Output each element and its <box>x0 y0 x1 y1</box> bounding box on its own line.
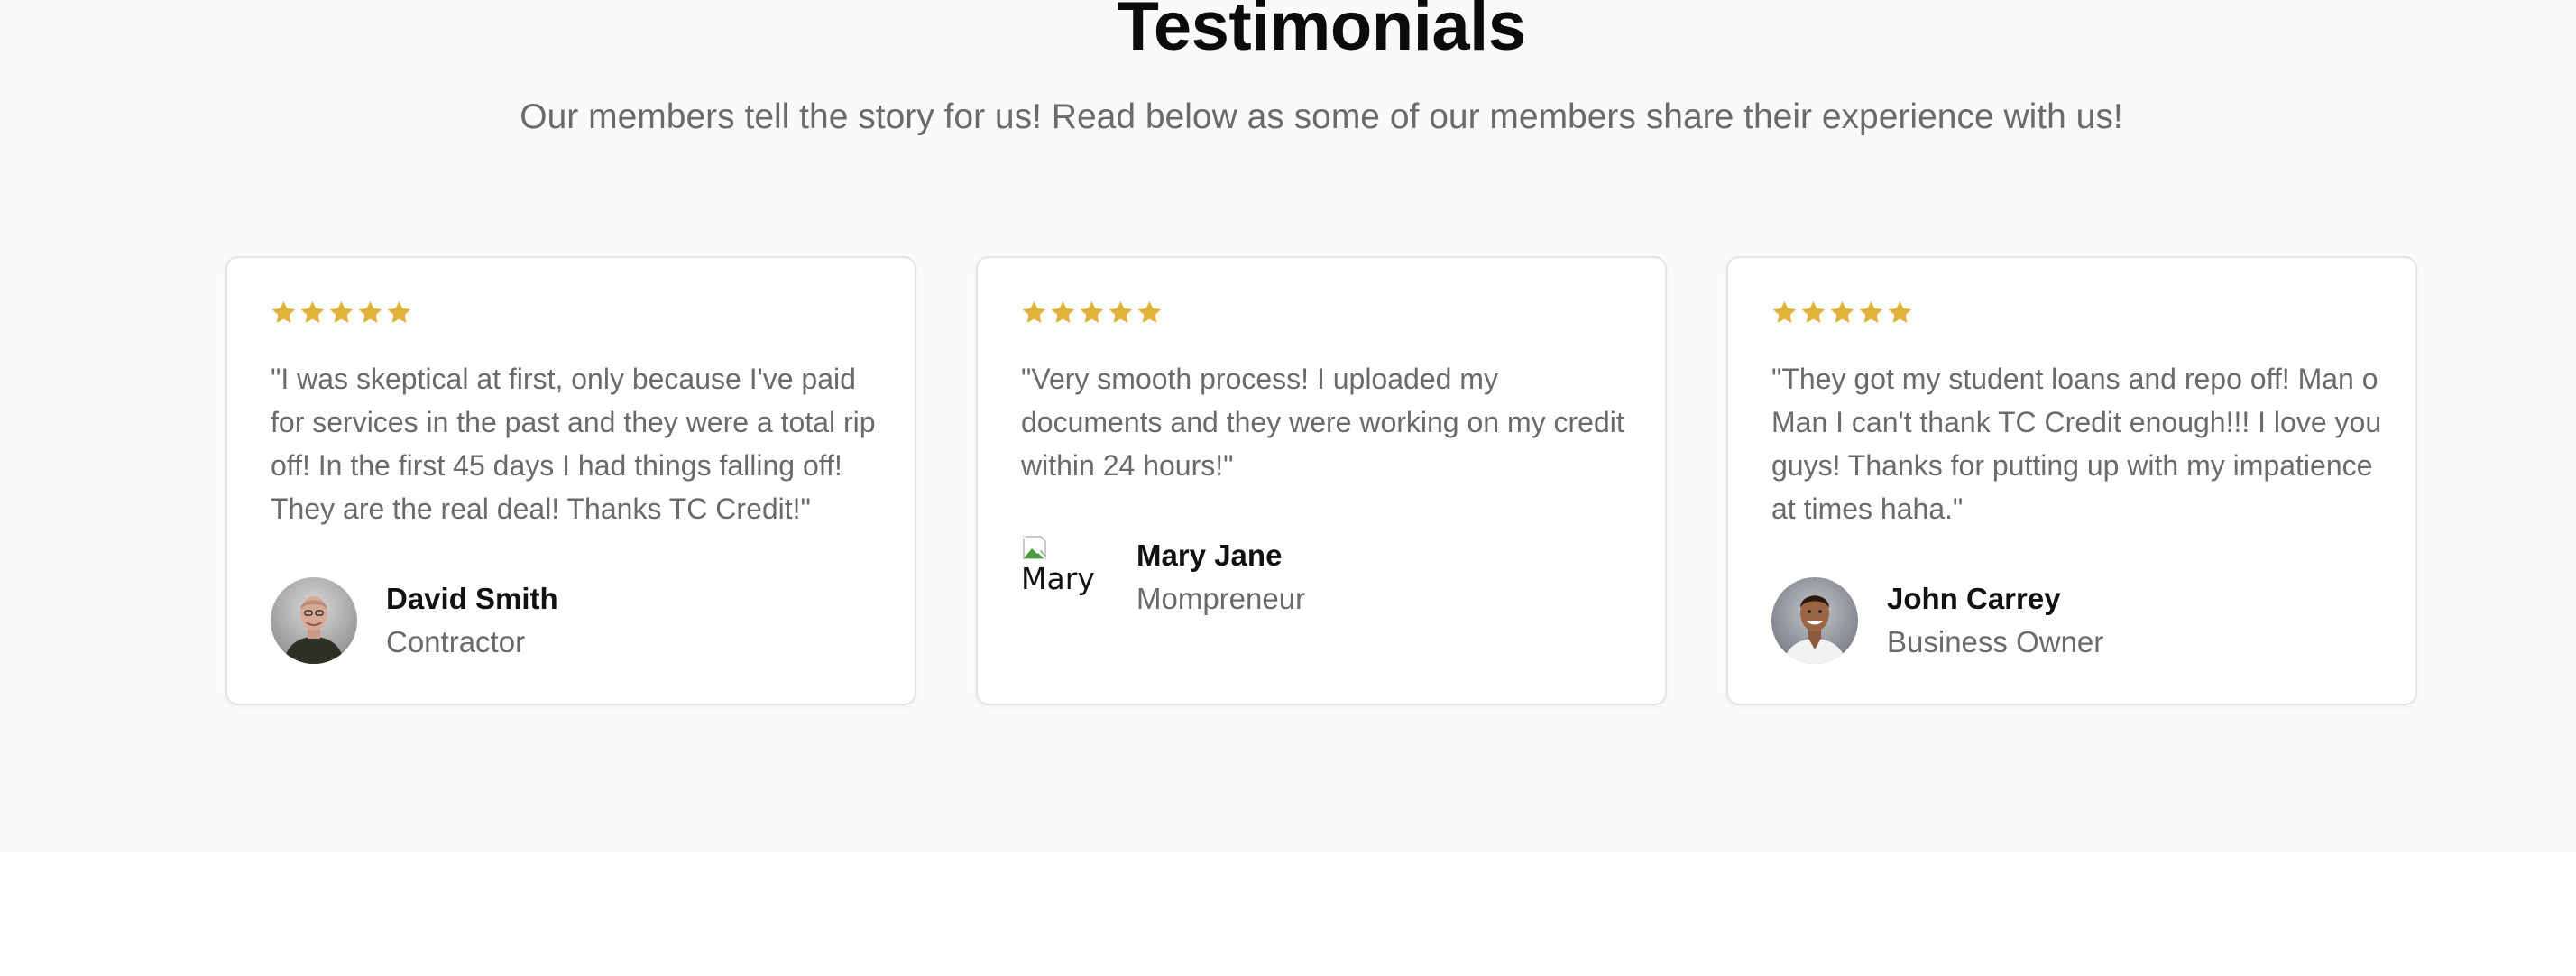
testimonial-quote: "Very smooth process! I uploaded my docu… <box>1021 363 1624 482</box>
star-icon <box>387 300 411 323</box>
testimonial-card: "Very smooth process! I uploaded my docu… <box>976 256 1667 705</box>
testimonial-quote: "I was skeptical at first, only because … <box>271 363 876 525</box>
testimonial-author: Mary Mary Jane Mompreneur <box>1021 532 1305 622</box>
star-icon <box>1137 300 1162 323</box>
testimonial-quote: "They got my student loans and repo off!… <box>1771 363 2382 525</box>
avatar: Mary <box>1021 534 1108 621</box>
star-icon <box>329 300 354 323</box>
star-icon <box>1801 300 1826 323</box>
star-icon <box>1022 300 1046 323</box>
avatar-alt-text: Mary <box>1021 561 1095 596</box>
star-icon <box>300 300 325 323</box>
section-title: Testimonials <box>1117 0 1526 65</box>
avatar <box>1771 577 1858 664</box>
author-name: Mary Jane <box>1136 539 1283 572</box>
star-icon <box>1051 300 1075 323</box>
star-icon <box>271 300 296 323</box>
author-role: Business Owner <box>1887 625 2104 658</box>
testimonial-card: "They got my student loans and repo off!… <box>1726 256 2417 705</box>
testimonial-author: David Smith Contractor <box>271 575 558 666</box>
star-icon <box>1080 300 1104 323</box>
star-icon <box>1888 300 1912 323</box>
author-name: David Smith <box>386 582 558 615</box>
man-portrait-photo <box>271 577 357 664</box>
author-role: Mompreneur <box>1136 582 1306 615</box>
star-rating <box>1021 299 1163 330</box>
author-role: Contractor <box>386 625 526 658</box>
star-rating <box>1771 299 1913 330</box>
avatar <box>271 577 357 664</box>
star-rating <box>271 299 412 330</box>
man-portrait-photo <box>1771 577 1858 664</box>
testimonial-card: "I was skeptical at first, only because … <box>225 256 916 705</box>
testimonial-author: John Carrey Business Owner <box>1771 575 2103 666</box>
section-subtitle: Our members tell the story for us! Read … <box>520 97 2123 136</box>
testimonials-section: Testimonials Our members tell the story … <box>0 0 2576 852</box>
star-icon <box>1772 300 1797 323</box>
star-icon <box>1109 300 1133 323</box>
star-icon <box>1859 300 1883 323</box>
broken-image-icon <box>1022 535 1047 560</box>
author-name: John Carrey <box>1887 582 2061 615</box>
star-icon <box>358 300 382 323</box>
star-icon <box>1830 300 1854 323</box>
